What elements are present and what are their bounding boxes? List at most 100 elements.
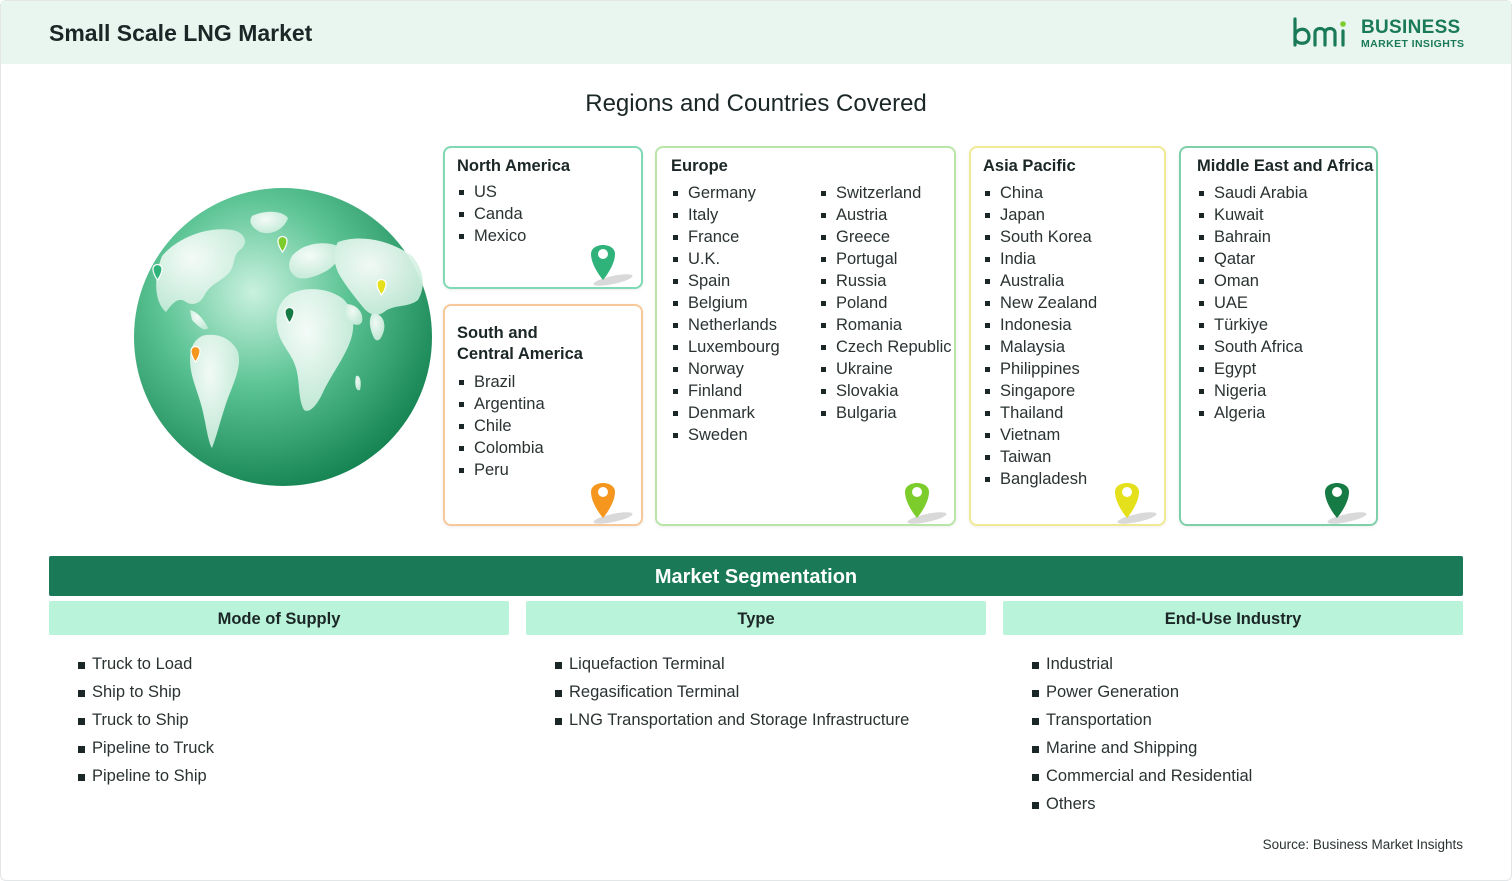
- list-item: Czech Republic: [819, 336, 952, 358]
- list-item: Pipeline to Ship: [78, 762, 214, 790]
- region-title: Asia Pacific: [983, 157, 1076, 175]
- segmentation-title-bar: Market Segmentation: [49, 556, 1463, 596]
- location-pin-icon: [591, 483, 633, 524]
- list-item: Bahrain: [1197, 226, 1308, 248]
- list-item: Chile: [457, 415, 545, 437]
- list-item: Finland: [671, 380, 780, 402]
- list-item: Malaysia: [983, 336, 1097, 358]
- list-item: Romania: [819, 314, 952, 336]
- list-item: Türkiye: [1197, 314, 1308, 336]
- location-pin-icon: [1115, 483, 1157, 524]
- list-item: Italy: [671, 204, 780, 226]
- segment-list-end-use-industry: Industrial Power Generation Transportati…: [1032, 650, 1252, 818]
- list-item: Ukraine: [819, 358, 952, 380]
- segment-list-type: Liquefaction Terminal Regasification Ter…: [555, 650, 909, 734]
- header-bar: Small Scale LNG Market BUSINESS MARKET I…: [1, 1, 1511, 64]
- globe-icon: [134, 188, 432, 486]
- list-item: Poland: [819, 292, 952, 314]
- list-item: Australia: [983, 270, 1097, 292]
- region-card-asia-pacific: Asia Pacific China Japan South Korea Ind…: [969, 146, 1166, 526]
- list-item: New Zealand: [983, 292, 1097, 314]
- segment-header-type: Type: [526, 601, 986, 635]
- list-item: South Korea: [983, 226, 1097, 248]
- globe-illustration: [132, 186, 434, 488]
- list-item: U.K.: [671, 248, 780, 270]
- region-title: South and Central America: [457, 323, 583, 365]
- list-item: Canda: [457, 203, 526, 225]
- list-item: Bangladesh: [983, 468, 1097, 490]
- list-item: Brazil: [457, 371, 545, 393]
- list-item: France: [671, 226, 780, 248]
- country-list: Saudi Arabia Kuwait Bahrain Qatar Oman U…: [1197, 182, 1308, 424]
- region-title: Middle East and Africa: [1197, 157, 1374, 175]
- list-item: Taiwan: [983, 446, 1097, 468]
- list-item: Algeria: [1197, 402, 1308, 424]
- list-item: Regasification Terminal: [555, 678, 909, 706]
- logo-text-market-insights: MARKET INSIGHTS: [1361, 38, 1465, 50]
- list-item: Argentina: [457, 393, 545, 415]
- list-item: Peru: [457, 459, 545, 481]
- bmi-logo-icon: [1293, 17, 1346, 47]
- region-card-europe: Europe Germany Italy France U.K. Spain B…: [655, 146, 956, 526]
- list-item: Sweden: [671, 424, 780, 446]
- country-list-col2: Switzerland Austria Greece Portugal Russ…: [819, 182, 952, 424]
- list-item: Others: [1032, 790, 1252, 818]
- list-item: Marine and Shipping: [1032, 734, 1252, 762]
- list-item: Slovakia: [819, 380, 952, 402]
- segment-header-end-use-industry: End-Use Industry: [1003, 601, 1463, 635]
- location-pin-icon: [591, 245, 633, 286]
- list-item: Vietnam: [983, 424, 1097, 446]
- list-item: Austria: [819, 204, 952, 226]
- list-item: Commercial and Residential: [1032, 762, 1252, 790]
- list-item: Portugal: [819, 248, 952, 270]
- list-item: Liquefaction Terminal: [555, 650, 909, 678]
- list-item: LNG Transportation and Storage Infrastru…: [555, 706, 909, 734]
- list-item: Philippines: [983, 358, 1097, 380]
- region-title-line2: Central America: [457, 345, 583, 363]
- list-item: UAE: [1197, 292, 1308, 314]
- list-item: Saudi Arabia: [1197, 182, 1308, 204]
- list-item: Power Generation: [1032, 678, 1252, 706]
- list-item: Egypt: [1197, 358, 1308, 380]
- region-title: Europe: [671, 157, 728, 175]
- list-item: Japan: [983, 204, 1097, 226]
- bmi-logo[interactable]: BUSINESS MARKET INSIGHTS: [1291, 15, 1467, 53]
- segment-list-mode-of-supply: Truck to Load Ship to Ship Truck to Ship…: [78, 650, 214, 790]
- region-card-middle-east-africa: Middle East and Africa Saudi Arabia Kuwa…: [1179, 146, 1378, 526]
- list-item: Oman: [1197, 270, 1308, 292]
- page-title: Small Scale LNG Market: [49, 20, 313, 46]
- list-item: China: [983, 182, 1097, 204]
- country-list: US Canda Mexico: [457, 181, 526, 247]
- list-item: Bulgaria: [819, 402, 952, 424]
- list-item: Ship to Ship: [78, 678, 214, 706]
- location-pin-icon: [1325, 483, 1367, 524]
- country-list: China Japan South Korea India Australia …: [983, 182, 1097, 490]
- list-item: Qatar: [1197, 248, 1308, 270]
- country-list-col1: Germany Italy France U.K. Spain Belgium …: [671, 182, 780, 446]
- regions-title: Regions and Countries Covered: [585, 90, 927, 117]
- list-item: Kuwait: [1197, 204, 1308, 226]
- list-item: Luxembourg: [671, 336, 780, 358]
- list-item: Mexico: [457, 225, 526, 247]
- list-item: Pipeline to Truck: [78, 734, 214, 762]
- list-item: Netherlands: [671, 314, 780, 336]
- list-item: Singapore: [983, 380, 1097, 402]
- list-item: Switzerland: [819, 182, 952, 204]
- list-item: Denmark: [671, 402, 780, 424]
- list-item: Truck to Load: [78, 650, 214, 678]
- source-note: Source: Business Market Insights: [1262, 837, 1463, 852]
- logo-text-business: BUSINESS: [1361, 17, 1461, 38]
- region-card-south-central-america: South and Central America Brazil Argenti…: [443, 304, 643, 526]
- list-item: Truck to Ship: [78, 706, 214, 734]
- list-item: Transportation: [1032, 706, 1252, 734]
- list-item: Industrial: [1032, 650, 1252, 678]
- list-item: Germany: [671, 182, 780, 204]
- list-item: Spain: [671, 270, 780, 292]
- list-item: Greece: [819, 226, 952, 248]
- region-title-line1: South and: [457, 324, 538, 342]
- list-item: US: [457, 181, 526, 203]
- list-item: Indonesia: [983, 314, 1097, 336]
- region-title: North America: [457, 157, 571, 175]
- region-card-north-america: North America US Canda Mexico: [443, 146, 643, 289]
- list-item: Belgium: [671, 292, 780, 314]
